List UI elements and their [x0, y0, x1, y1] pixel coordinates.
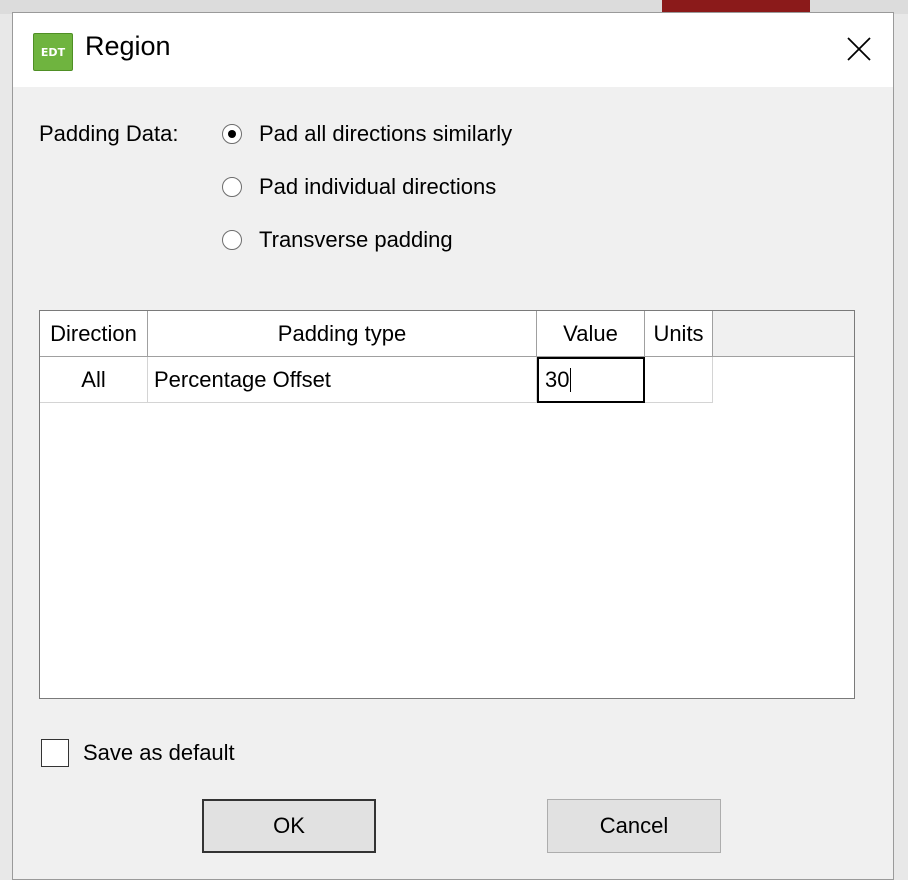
header-filler	[713, 311, 854, 356]
radio-button[interactable]	[222, 230, 242, 250]
edt-app-icon: EDT	[33, 33, 73, 71]
table-row[interactable]: All Percentage Offset 30	[40, 357, 713, 403]
save-default-checkbox[interactable]	[41, 739, 69, 767]
cell-value-text: 30	[545, 367, 570, 392]
table-header: Direction Padding type Value Units	[40, 311, 854, 357]
radio-button-checked[interactable]	[222, 124, 242, 144]
header-units[interactable]: Units	[645, 311, 713, 356]
cell-padding-type[interactable]: Percentage Offset	[148, 357, 537, 403]
cell-units[interactable]	[645, 357, 713, 403]
radio-pad-individual[interactable]: Pad individual directions	[222, 174, 496, 200]
header-direction[interactable]: Direction	[40, 311, 148, 356]
close-icon	[847, 37, 871, 61]
padding-data-label: Padding Data:	[39, 121, 179, 146]
radio-button[interactable]	[222, 177, 242, 197]
radio-label-transverse: Transverse padding	[259, 227, 453, 252]
dialog-title: Region	[85, 31, 171, 61]
header-padding-type[interactable]: Padding type	[148, 311, 537, 356]
save-default-label: Save as default	[83, 740, 235, 765]
text-caret	[570, 368, 572, 392]
padding-table[interactable]: Direction Padding type Value Units All P…	[39, 310, 855, 699]
radio-transverse[interactable]: Transverse padding	[222, 227, 453, 253]
title-bar: EDT Region	[13, 13, 893, 87]
header-value[interactable]: Value	[537, 311, 645, 356]
radio-pad-all[interactable]: Pad all directions similarly	[222, 121, 512, 147]
radio-label-pad-individual: Pad individual directions	[259, 174, 497, 199]
radio-label-pad-all: Pad all directions similarly	[259, 121, 513, 146]
region-dialog: EDT Region Padding Data: Pad all directi…	[12, 12, 894, 880]
save-default-row[interactable]: Save as default	[41, 739, 235, 767]
close-button[interactable]	[837, 27, 881, 71]
cell-direction[interactable]: All	[40, 357, 148, 403]
ok-button[interactable]: OK	[202, 799, 376, 853]
cancel-button[interactable]: Cancel	[547, 799, 721, 853]
app-icon-label: EDT	[40, 45, 66, 59]
cell-value-editor[interactable]: 30	[537, 357, 645, 403]
